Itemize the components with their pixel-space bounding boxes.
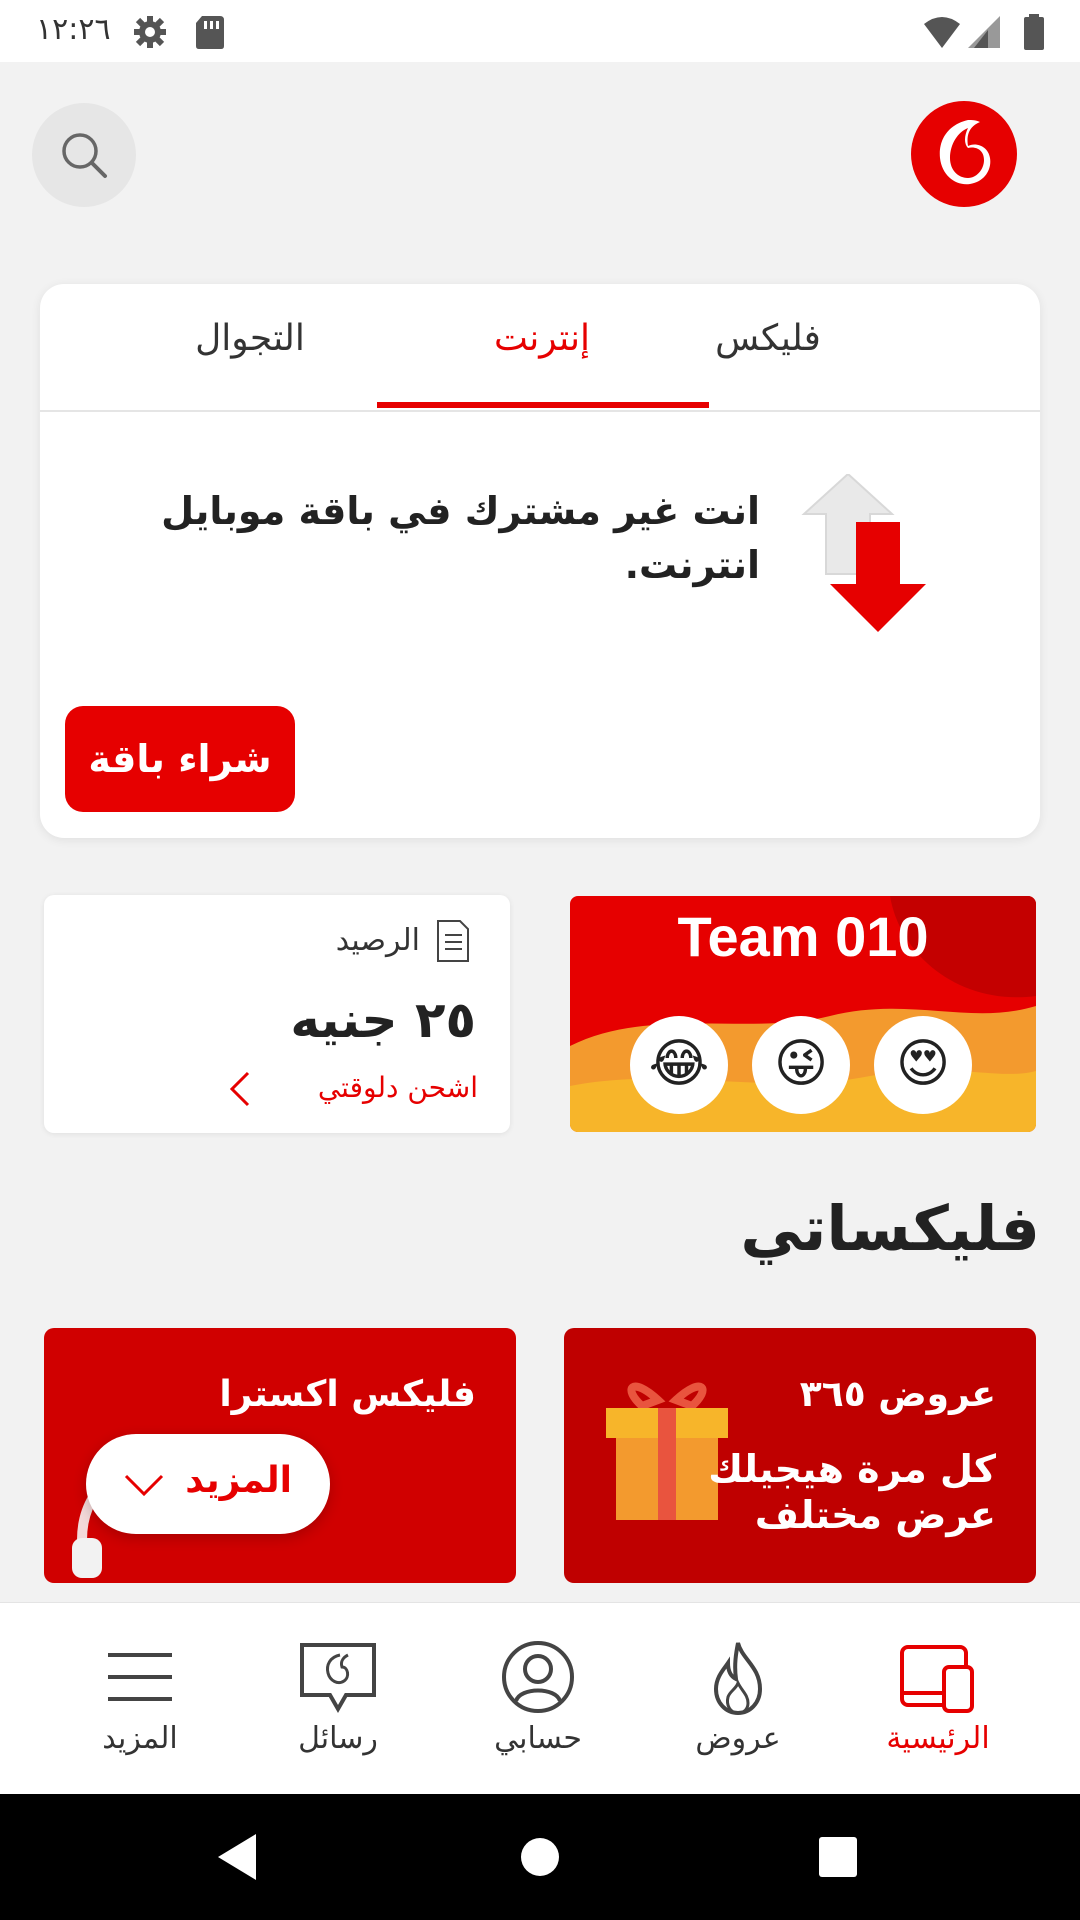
search-button[interactable]	[32, 103, 136, 207]
nav-offers[interactable]: عروض	[638, 1603, 838, 1795]
nav-home[interactable]: الرئيسية	[838, 1603, 1038, 1795]
vodafone-logo[interactable]	[910, 100, 1018, 208]
back-icon[interactable]	[216, 1832, 260, 1882]
status-bar: ١٢:٢٦	[0, 0, 1080, 62]
section-title: فليكساتي	[740, 1192, 1040, 1265]
system-nav-bar	[0, 1794, 1080, 1920]
sim-card-icon	[196, 16, 224, 49]
internet-card: فليكس إنترنت التجوال انت غير مشترك في با…	[40, 284, 1040, 838]
nav-label: المزيد	[102, 1721, 178, 1756]
tab-internet[interactable]: إنترنت	[392, 318, 692, 378]
team-010-banner[interactable]: Team 010 😂 😜 😍	[570, 896, 1036, 1132]
bottom-nav: الرئيسية عروض حسابي رسائل المزيد	[0, 1602, 1080, 1795]
account-icon	[502, 1641, 574, 1713]
nav-label: الرئيسية	[886, 1721, 990, 1756]
balance-card[interactable]: الرصيد ٢٥ جنيه اشحن دلوقتي	[44, 895, 510, 1133]
document-icon	[437, 920, 469, 962]
menu-icon	[108, 1653, 172, 1701]
emoji-winking-tongue: 😜	[752, 1016, 850, 1114]
battery-icon	[1024, 14, 1044, 50]
nav-label: رسائل	[298, 1721, 378, 1756]
data-transfer-icon	[801, 474, 926, 632]
status-time: ١٢:٢٦	[36, 12, 111, 47]
nav-more[interactable]: المزيد	[40, 1603, 240, 1795]
recharge-link[interactable]: اشحن دلوقتي	[318, 1071, 478, 1104]
nav-messages[interactable]: رسائل	[238, 1603, 438, 1795]
flame-icon	[713, 1642, 763, 1716]
signal-icon	[968, 16, 1000, 48]
active-tab-indicator	[377, 402, 709, 408]
more-label: المزيد	[185, 1460, 292, 1501]
nav-account[interactable]: حسابي	[438, 1603, 638, 1795]
offer-card-365[interactable]: عروض ٣٦٥ كل مرة هيجيلك عرض مختلف	[564, 1328, 1036, 1583]
tab-divider	[40, 410, 1040, 412]
tab-roaming[interactable]: التجوال	[100, 318, 400, 378]
no-bundle-notice: انت غير مشترك في باقة موبايل انترنت.	[161, 489, 760, 587]
settings-icon	[134, 16, 166, 48]
search-icon	[62, 133, 107, 178]
emoji-laughing: 😂	[630, 1016, 728, 1114]
nav-label: عروض	[695, 1721, 781, 1756]
home-devices-icon	[900, 1645, 974, 1713]
offer-title: فليكس اكسترا	[219, 1374, 476, 1415]
messages-icon	[300, 1643, 376, 1714]
buy-bundle-button[interactable]: شراء باقة	[65, 706, 295, 812]
banner-title: Team 010	[677, 905, 929, 968]
home-icon[interactable]	[520, 1832, 560, 1882]
emoji-heart-eyes: 😍	[874, 1016, 972, 1114]
more-expand-button[interactable]: المزيد	[86, 1434, 330, 1534]
chevron-down-icon	[124, 1474, 164, 1497]
offer-title: عروض ٣٦٥	[799, 1374, 996, 1415]
balance-label: الرصيد	[335, 923, 420, 958]
wifi-icon	[924, 17, 960, 48]
chevron-left-icon	[229, 1071, 250, 1107]
nav-label: حسابي	[494, 1721, 582, 1756]
balance-amount: ٢٥ جنيه	[290, 991, 476, 1049]
offer-subtitle: كل مرة هيجيلك عرض مختلف	[708, 1447, 996, 1537]
recents-icon[interactable]	[818, 1836, 858, 1878]
